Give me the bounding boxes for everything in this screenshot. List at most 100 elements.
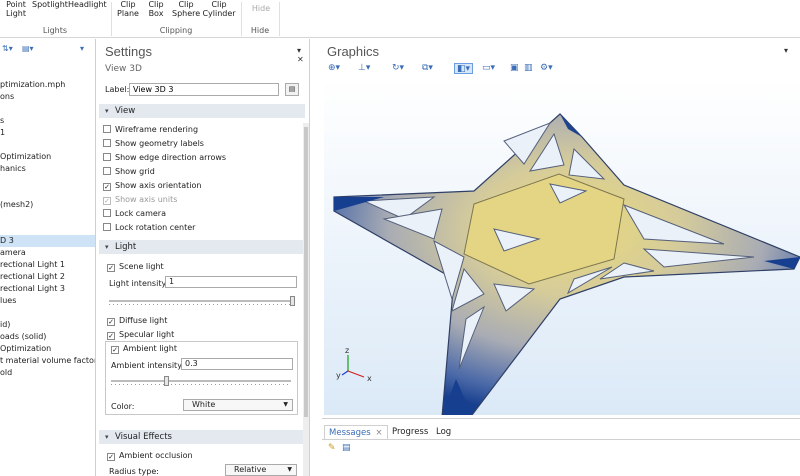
tree-item[interactable]: amera (0, 247, 95, 259)
tab-log[interactable]: Log (432, 425, 455, 439)
pin-icon[interactable]: ▾ (784, 46, 788, 55)
pin-icon[interactable]: ▾ ✕ (297, 46, 309, 64)
label-edit-button[interactable]: ▤ (285, 83, 299, 96)
hide-group-label: Hide (250, 26, 270, 35)
tree-item[interactable]: D 3 (0, 235, 95, 247)
rotate-icon[interactable]: ↻▾ (392, 63, 404, 73)
render-mode-icon[interactable]: ◧▾ (454, 63, 474, 74)
tree-item[interactable]: 1 (0, 127, 95, 139)
graphics-canvas[interactable]: z y x (324, 79, 800, 415)
tree-item[interactable] (0, 103, 95, 115)
checkbox-check-icon: ✓ (107, 318, 115, 326)
scene-light-icon[interactable]: ▣ (510, 63, 519, 73)
slider-thumb[interactable] (290, 296, 295, 306)
settings-gear-icon[interactable]: ⚙▾ (540, 63, 553, 73)
light-intensity-slider[interactable] (109, 296, 295, 306)
ambient-intensity-slider[interactable] (111, 376, 291, 386)
tree-item[interactable]: hanics (0, 163, 95, 175)
view-option-checkbox[interactable]: Lock camera (103, 208, 166, 220)
view-option-checkbox[interactable]: Lock rotation center (103, 222, 195, 234)
sort-icon[interactable]: ⇅▾ (2, 44, 13, 53)
ambient-light-checkbox[interactable]: ✓ Ambient light (111, 343, 177, 355)
zoom-icon[interactable]: ⊕▾ (328, 63, 340, 73)
tree-item[interactable]: t material volume factor (0, 355, 95, 367)
checkbox-check-icon: ✓ (103, 197, 111, 205)
light-intensity-field[interactable]: 1 (165, 276, 297, 288)
tree-item[interactable]: ons (0, 91, 95, 103)
tree-item[interactable] (0, 187, 95, 199)
tree-item[interactable] (0, 175, 95, 187)
color-label: Color: (111, 402, 135, 411)
tree-item[interactable]: oads (solid) (0, 331, 95, 343)
tree-item[interactable] (0, 307, 95, 319)
close-icon[interactable]: × (375, 428, 382, 438)
view-icon[interactable]: ▭▾ (482, 63, 495, 73)
light-section-title: Light (115, 242, 137, 252)
ambient-occlusion-checkbox[interactable]: ✓ Ambient occlusion (107, 450, 193, 462)
view-option-checkbox[interactable]: Show geometry labels (103, 138, 204, 150)
scrollbar-thumb[interactable] (304, 127, 308, 417)
ambient-intensity-field[interactable]: 0.3 (181, 358, 293, 370)
tree-item[interactable] (0, 211, 95, 223)
view-options-icon[interactable]: ▤▾ (22, 44, 34, 53)
tree-item[interactable]: Optimization (0, 343, 95, 355)
tree-item[interactable]: s (0, 115, 95, 127)
point-light-button[interactable]: Point Light (4, 0, 28, 18)
hide-button[interactable]: Hide (246, 4, 276, 13)
tree-item[interactable]: lues (0, 295, 95, 307)
label-input[interactable] (129, 83, 279, 96)
color-select[interactable]: White ▼ (183, 399, 293, 411)
checkbox-check-icon (103, 153, 111, 161)
tree-item[interactable]: (mesh2) (0, 199, 95, 211)
tree-item[interactable] (0, 223, 95, 235)
clip-cylinder-button[interactable]: Clip Cylinder (202, 0, 236, 18)
view-option-checkbox[interactable]: Show edge direction arrows (103, 152, 226, 164)
clip-plane-button[interactable]: Clip Plane (116, 0, 140, 18)
specular-light-checkbox[interactable]: ✓ Specular light (107, 329, 174, 341)
tree-item[interactable] (0, 139, 95, 151)
view-option-checkbox[interactable]: ✓ Show axis orientation (103, 180, 201, 192)
copy-icon[interactable]: ▤ (342, 443, 351, 453)
clip-box-label-1: Clip (148, 0, 164, 9)
clip-box-button[interactable]: Clip Box (145, 0, 167, 18)
scene-light-checkbox[interactable]: ✓ Scene light (107, 261, 164, 273)
tree-item[interactable]: ptimization.mph (0, 79, 95, 91)
ribbon: Point Light Spotlight Headlight Lights C… (0, 0, 800, 38)
view-option-checkbox[interactable]: Show grid (103, 166, 155, 178)
settings-scrollbar[interactable] (303, 123, 309, 476)
tab-progress[interactable]: Progress (388, 425, 432, 439)
checkbox-check-icon: ✓ (111, 346, 119, 354)
tree-item[interactable]: rectional Light 2 (0, 271, 95, 283)
slider-thumb[interactable] (163, 376, 169, 386)
light-section-header[interactable]: ▾ Light (99, 240, 305, 254)
tab-messages[interactable]: Messages × (324, 425, 388, 439)
headlight-label: Headlight (68, 0, 107, 9)
panel-menu-icon[interactable]: ▾ (80, 44, 84, 53)
checkbox-check-icon (103, 139, 111, 147)
select-mode-icon[interactable]: ⧉▾ (422, 63, 433, 73)
view-section-title: View (115, 106, 136, 116)
axis-view-icon[interactable]: ⊥▾ (358, 63, 370, 73)
tree-item[interactable]: rectional Light 1 (0, 259, 95, 271)
ribbon-separator (279, 2, 280, 36)
tab-messages-label: Messages (329, 428, 371, 438)
ambient-light-label: Ambient light (123, 344, 177, 353)
clear-icon[interactable]: ✎ (328, 443, 336, 453)
tree-item[interactable]: Optimization (0, 151, 95, 163)
ambient-intensity-label: Ambient intensity: (111, 361, 185, 370)
visual-effects-section-title: Visual Effects (115, 432, 172, 442)
diffuse-light-checkbox[interactable]: ✓ Diffuse light (107, 315, 167, 327)
collapse-caret-icon: ▾ (105, 107, 109, 115)
topology-optimized-star (333, 113, 800, 415)
view-section-header[interactable]: ▾ View (99, 104, 305, 118)
tree-item[interactable]: id) (0, 319, 95, 331)
view-option-checkbox[interactable]: Wireframe rendering (103, 124, 198, 136)
headlight-button[interactable]: Headlight (68, 0, 107, 9)
radius-type-select[interactable]: Relative ▼ (225, 464, 297, 476)
tree-item[interactable]: rectional Light 3 (0, 283, 95, 295)
spotlight-button[interactable]: Spotlight (32, 0, 68, 9)
tree-item[interactable]: old (0, 367, 95, 379)
visual-effects-section-header[interactable]: ▾ Visual Effects (99, 430, 305, 444)
transparency-icon[interactable]: ▥ (524, 63, 533, 73)
clip-sphere-button[interactable]: Clip Sphere (172, 0, 200, 18)
